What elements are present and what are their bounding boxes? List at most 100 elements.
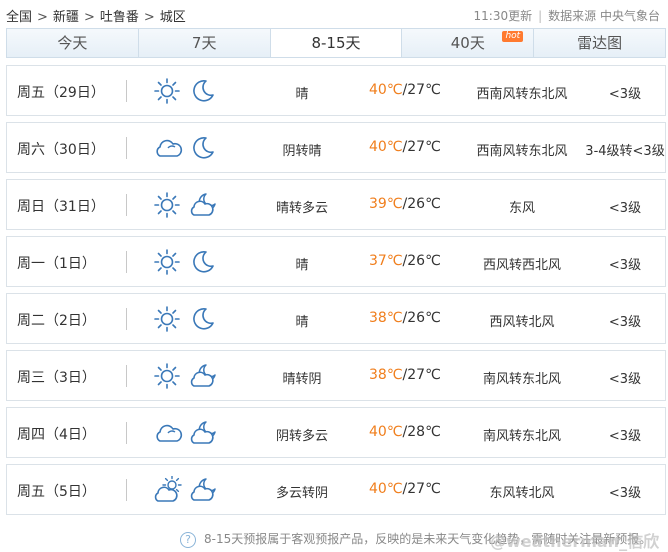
forecast-row: 周五（29日） 晴 40℃/27℃ 西南风转东北风 <3级: [6, 65, 666, 116]
breadcrumb-separator: >: [83, 10, 95, 25]
top-bar: 全国 > 新疆 > 吐鲁番 > 城区 11:30更新 | 数据来源 中央气象台: [0, 0, 668, 28]
weather-icons: [153, 77, 223, 107]
temperature: 40℃/27℃: [369, 139, 441, 155]
wind-level: <3级: [608, 201, 642, 216]
data-source: 数据来源 中央气象台: [548, 9, 660, 23]
update-info: 11:30更新 | 数据来源 中央气象台: [473, 9, 660, 23]
low-temp: /27℃: [402, 139, 441, 155]
high-temp: 39℃: [369, 196, 403, 212]
update-time: 11:30更新: [473, 9, 533, 23]
wind-direction: 南风转东北风: [482, 429, 561, 444]
hot-badge: hot: [502, 31, 524, 42]
forecast-day: 周五（29日）: [17, 85, 105, 101]
tab-radar[interactable]: 雷达图: [534, 29, 665, 57]
forecast-day: 周四（4日）: [17, 427, 96, 443]
divider: [126, 308, 127, 330]
weather-condition: 晴转阴: [282, 372, 322, 387]
high-temp: 40℃: [369, 139, 403, 155]
temperature: 40℃/27℃: [369, 82, 441, 98]
weather-condition: 晴: [295, 258, 309, 273]
forecast-row: 周三（3日） 晴转阴 38℃/27℃ 南风转东北风 <3级: [6, 350, 666, 401]
low-temp: /27℃: [402, 481, 441, 497]
divider: [126, 251, 127, 273]
divider: [126, 137, 127, 159]
forecast-row: 周日（31日） 晴转多云 39℃/26℃ 东风 <3级: [6, 179, 666, 230]
low-temp: /26℃: [402, 196, 441, 212]
wind-level: <3级: [608, 87, 642, 102]
tab-label: 8-15天: [311, 34, 361, 52]
weather-condition: 晴: [295, 315, 309, 330]
weather-icons: [153, 419, 223, 449]
temperature: 40℃/27℃: [369, 481, 441, 497]
wind-direction: 西风转北风: [489, 315, 555, 330]
forecast-row: 周四（4日） 阴转多云 40℃/28℃ 南风转东北风 <3级: [6, 407, 666, 458]
low-temp: /26℃: [402, 310, 441, 326]
weather-condition: 晴: [295, 87, 309, 102]
tab-7-days[interactable]: 7天: [138, 29, 271, 57]
divider: [126, 194, 127, 216]
forecast-day: 周一（1日）: [17, 256, 96, 272]
forecast-tabs: 今天 7天 8-15天 40天 hot 雷达图: [6, 28, 666, 58]
breadcrumb-item-district: 城区: [159, 10, 186, 25]
forecast-row: 周二（2日） 晴 38℃/26℃ 西风转北风 <3级: [6, 293, 666, 344]
breadcrumb-separator: >: [37, 10, 48, 25]
breadcrumb-item-country[interactable]: 全国: [6, 10, 32, 25]
divider: [126, 422, 127, 444]
temperature: 39℃/26℃: [369, 196, 441, 212]
divider: [126, 365, 127, 387]
tab-label: 40天: [450, 34, 485, 52]
weather-condition: 多云转阴: [275, 486, 328, 501]
forecast-list: 周五（29日） 晴 40℃/27℃ 西南风转东北风 <3级 周六（30日） 阴转…: [6, 65, 666, 521]
weather-icons: [153, 191, 223, 221]
high-temp: 38℃: [369, 310, 403, 326]
low-temp: /27℃: [402, 367, 441, 383]
wind-direction: 西南风转东北风: [476, 87, 568, 102]
wind-level: <3级: [608, 486, 642, 501]
weather-icons: [153, 362, 223, 392]
low-temp: /28℃: [402, 424, 441, 440]
high-temp: 40℃: [369, 424, 403, 440]
watermark: @weatherman_信欣: [490, 532, 660, 551]
wind-direction: 东风转北风: [489, 486, 555, 501]
breadcrumb: 全国 > 新疆 > 吐鲁番 > 城区: [6, 6, 186, 25]
wind-direction: 东风: [508, 201, 535, 216]
temperature: 38℃/27℃: [369, 367, 441, 383]
forecast-day: 周六（30日）: [17, 142, 105, 158]
weather-condition: 阴转多云: [275, 429, 328, 444]
temperature: 37℃/26℃: [369, 253, 441, 269]
low-temp: /26℃: [402, 253, 441, 269]
forecast-row: 周五（5日） 多云转阴 40℃/27℃ 东风转北风 <3级: [6, 464, 666, 515]
wind-direction: 西风转西北风: [482, 258, 561, 273]
weather-condition: 晴转多云: [275, 201, 328, 216]
high-temp: 37℃: [369, 253, 403, 269]
forecast-row: 周一（1日） 晴 37℃/26℃ 西风转西北风 <3级: [6, 236, 666, 287]
tab-40-days[interactable]: 40天 hot: [402, 29, 535, 57]
wind-direction: 南风转东北风: [482, 372, 561, 387]
breadcrumb-separator: >: [143, 10, 155, 25]
wind-level: <3级: [608, 258, 642, 273]
tab-8-15-days[interactable]: 8-15天: [270, 29, 403, 57]
wind-level: <3级: [608, 429, 642, 444]
wind-level: <3级: [608, 315, 642, 330]
weather-icons: [153, 305, 223, 335]
temperature: 40℃/28℃: [369, 424, 441, 440]
wind-direction: 西南风转东北风: [476, 144, 568, 159]
wind-level: <3级: [608, 372, 642, 387]
divider: [126, 80, 127, 102]
weather-icons: [153, 248, 223, 278]
low-temp: /27℃: [402, 82, 441, 98]
tab-today[interactable]: 今天: [7, 29, 139, 57]
forecast-day: 周五（5日）: [17, 484, 96, 500]
help-icon[interactable]: ?: [180, 532, 196, 548]
high-temp: 40℃: [369, 481, 403, 497]
high-temp: 40℃: [369, 82, 403, 98]
tab-label: 雷达图: [577, 34, 623, 52]
forecast-day: 周日（31日）: [17, 199, 105, 215]
divider: [126, 479, 127, 501]
temperature: 38℃/26℃: [369, 310, 441, 326]
forecast-day: 周三（3日）: [17, 370, 96, 386]
tab-label: 今天: [57, 34, 88, 52]
breadcrumb-item-province[interactable]: 新疆: [53, 10, 79, 25]
weather-icons: [153, 134, 223, 164]
breadcrumb-item-city[interactable]: 吐鲁番: [100, 10, 139, 25]
